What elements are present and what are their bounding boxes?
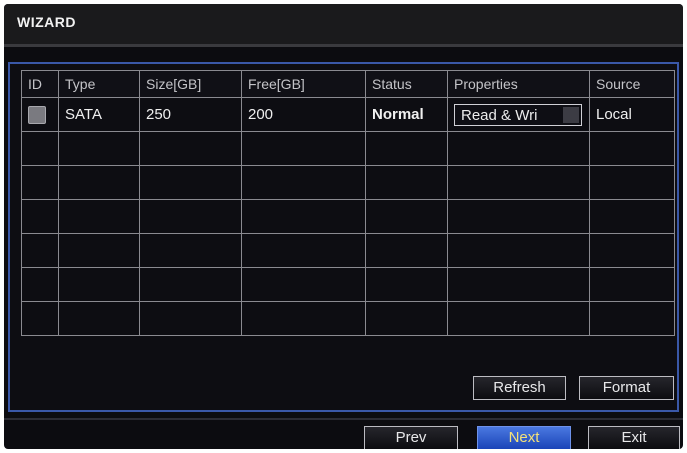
type-cell: SATA <box>58 97 140 132</box>
table-row-empty <box>21 131 675 166</box>
column-header-id: ID <box>21 70 59 98</box>
column-header-size: Size[GB] <box>139 70 242 98</box>
format-button[interactable]: Format <box>579 376 674 400</box>
table-header-row: ID Type Size[GB] Free[GB] Status Propert… <box>21 70 675 98</box>
column-header-type: Type <box>58 70 140 98</box>
title-divider <box>4 44 683 47</box>
hdd-panel: ID Type Size[GB] Free[GB] Status Propert… <box>8 62 679 412</box>
next-button[interactable]: Next <box>477 426 571 449</box>
table-row-empty <box>21 233 675 268</box>
wizard-window: WIZARD ID Type Size[GB] Free[GB] Status <box>4 4 683 449</box>
column-header-source: Source <box>589 70 675 98</box>
source-cell: Local <box>589 97 675 132</box>
window-title: WIZARD <box>17 14 76 30</box>
select-hdd-checkbox[interactable] <box>28 105 46 124</box>
table-row-empty <box>21 165 675 200</box>
hdd-table: ID Type Size[GB] Free[GB] Status Propert… <box>21 70 675 336</box>
table-row-empty <box>21 199 675 234</box>
column-header-properties: Properties <box>447 70 590 98</box>
properties-dropdown[interactable]: Read & Wri <box>454 103 582 126</box>
free-cell: 200 <box>241 97 366 132</box>
status-cell: Normal <box>365 97 448 132</box>
table-row-empty <box>21 267 675 302</box>
dropdown-arrow-icon[interactable] <box>563 106 579 123</box>
properties-value: Read & Wri <box>461 106 538 124</box>
prev-button[interactable]: Prev <box>364 426 458 449</box>
size-cell: 250 <box>139 97 242 132</box>
properties-cell: Read & Wri <box>447 97 590 132</box>
footer-divider <box>4 418 683 420</box>
column-header-free: Free[GB] <box>241 70 366 98</box>
exit-button[interactable]: Exit <box>588 426 680 449</box>
column-header-status: Status <box>365 70 448 98</box>
table-row-empty <box>21 301 675 336</box>
id-cell <box>21 97 59 132</box>
title-bar: WIZARD <box>4 4 683 44</box>
table-row[interactable]: SATA 250 200 Normal Read & Wri Local <box>21 97 675 132</box>
refresh-button[interactable]: Refresh <box>473 376 566 400</box>
